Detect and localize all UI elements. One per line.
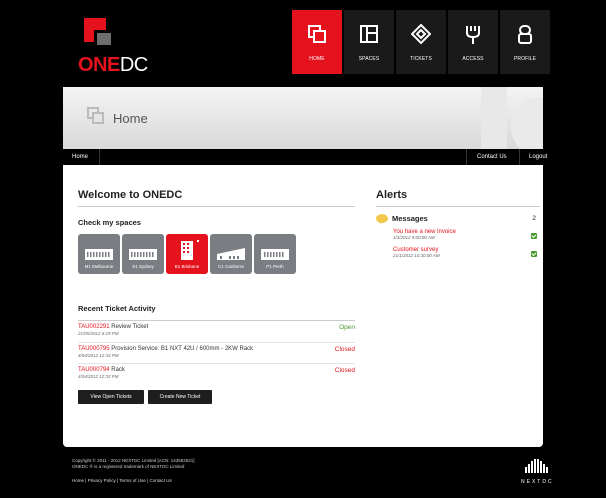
alert-date: 21/1/2012 10:30:00 AM xyxy=(393,253,440,258)
nav-spaces[interactable]: SPACES xyxy=(344,10,394,74)
space-tile-brisbane[interactable]: B1 Brisbane xyxy=(166,234,208,274)
alert-item: You have a new invoice 1/3/2012 9:00:00 … xyxy=(393,229,539,245)
onedc-logo[interactable]: ONEDC xyxy=(78,18,158,80)
building-icon xyxy=(261,249,289,260)
ticket-id-link[interactable]: TAU000795 xyxy=(78,346,110,352)
space-tile-label: C1 Canberra xyxy=(218,264,244,269)
nav-home-label: HOME xyxy=(309,56,325,62)
view-open-tickets-button[interactable]: View Open Tickets xyxy=(78,390,144,404)
footer-link-home[interactable]: Home xyxy=(72,478,84,483)
ticket-description: Provision Service: B1 NXT 42U / 600mm - … xyxy=(111,346,254,352)
nav-spaces-label: SPACES xyxy=(358,56,380,62)
main-nav: HOME SPACES TICKETS ACCESS PROFILE xyxy=(292,10,552,85)
divider xyxy=(78,206,355,207)
ticket-row: TAU000794 Rack 4/04/2012 12:33 PM Closed xyxy=(78,367,355,387)
check-icon xyxy=(531,233,537,239)
breadcrumb-bar: Home Contact Us Logout xyxy=(63,149,547,165)
check-icon xyxy=(531,251,537,257)
ticket-row: TAU002291 Review Ticket 21/05/2012 6:19 … xyxy=(78,324,355,344)
page-banner: Home xyxy=(63,87,543,149)
alerts-heading: Alerts xyxy=(376,189,408,201)
building-icon xyxy=(85,249,113,260)
access-icon xyxy=(466,26,480,44)
footer-legal: Copyright © 2011 - 2012 NEXTDC Limited [… xyxy=(72,458,195,470)
divider xyxy=(78,363,355,364)
alert-item: Customer survey 21/1/2012 10:30:00 AM xyxy=(393,247,539,263)
ticket-description: Review Ticket xyxy=(111,324,149,330)
space-tile-label: M1 Melbourne xyxy=(84,264,114,269)
ticket-id-link[interactable]: TAU000794 xyxy=(78,367,110,373)
messages-count: 2 xyxy=(532,215,536,222)
home-page-icon xyxy=(87,107,105,125)
footer-link-contact[interactable]: Contact Us xyxy=(149,478,171,483)
ticket-status: Closed xyxy=(334,346,355,353)
welcome-heading: Welcome to ONEDC xyxy=(78,189,183,201)
banner-decoration xyxy=(481,87,507,149)
speech-bubble-icon xyxy=(376,214,388,224)
space-tile-label: P1 Perth xyxy=(266,264,284,269)
space-tile-sydney[interactable]: S1 Sydney xyxy=(122,234,164,274)
create-new-ticket-button[interactable]: Create New Ticket xyxy=(148,390,212,404)
nav-access-label: ACCESS xyxy=(462,56,484,62)
nav-access[interactable]: ACCESS xyxy=(448,10,498,74)
breadcrumb-home[interactable]: Home xyxy=(72,154,88,160)
logo-wordmark: ONEDC xyxy=(78,54,148,76)
footer-link-privacy[interactable]: Privacy Policy xyxy=(88,478,116,483)
nav-profile[interactable]: PROFILE xyxy=(500,10,550,74)
ticket-id-link[interactable]: TAU002291 xyxy=(78,324,110,330)
home-icon xyxy=(308,25,326,43)
nextdc-logo-mark xyxy=(525,459,551,473)
divider xyxy=(376,206,540,207)
contact-us-link[interactable]: Contact Us xyxy=(477,154,507,160)
space-tile-canberra[interactable]: C1 Canberra xyxy=(210,234,252,274)
nav-tickets-label: TICKETS xyxy=(410,56,432,62)
ticket-date: 4/04/2012 12:33 PM xyxy=(78,353,119,358)
trademark-text: ONEDC ® is a registered trademark of NEX… xyxy=(72,464,185,469)
banner-decoration-circle xyxy=(511,97,543,149)
ticket-description: Rack xyxy=(111,367,125,373)
nav-profile-label: PROFILE xyxy=(513,56,537,62)
messages-label: Messages xyxy=(392,214,428,223)
building-icon xyxy=(181,240,199,260)
ticket-date: 4/04/2012 12:33 PM xyxy=(78,374,119,379)
tickets-icon xyxy=(411,24,431,45)
building-icon xyxy=(129,249,157,260)
space-tile-label: B1 Brisbane xyxy=(174,264,200,269)
footer-links: Home | Privacy Policy | Terms of Use | C… xyxy=(72,478,172,483)
check-spaces-heading: Check my spaces xyxy=(78,218,141,227)
space-tile-perth[interactable]: P1 Perth xyxy=(254,234,296,274)
recent-tickets-heading: Recent Ticket Activity xyxy=(78,304,156,313)
logout-link[interactable]: Logout xyxy=(529,154,547,160)
ticket-status: Closed xyxy=(334,367,355,374)
nav-home[interactable]: HOME xyxy=(292,10,342,74)
nextdc-logo-text: NEXTDC xyxy=(521,479,554,485)
divider xyxy=(99,149,100,165)
page-title: Home xyxy=(113,111,148,126)
ticket-date: 21/05/2012 6:19 PM xyxy=(78,331,119,336)
building-icon xyxy=(217,248,245,260)
space-tile-melbourne[interactable]: M1 Melbourne xyxy=(78,234,120,274)
space-tiles: M1 Melbourne S1 Sydney B1 Brisbane C1 Ca… xyxy=(78,234,298,274)
space-tile-label: S1 Sydney xyxy=(132,264,154,269)
divider xyxy=(519,149,520,165)
logo-mark-grey xyxy=(94,30,114,48)
ticket-status: Open xyxy=(339,324,355,331)
divider xyxy=(78,320,355,321)
messages-header: Messages 2 xyxy=(376,214,536,226)
divider xyxy=(466,149,467,165)
spaces-icon xyxy=(360,25,378,43)
main-content: Welcome to ONEDC Check my spaces M1 Melb… xyxy=(63,165,543,447)
alert-date: 1/3/2012 9:00:00 AM xyxy=(393,235,435,240)
footer-link-terms[interactable]: Terms of Use xyxy=(119,478,146,483)
divider xyxy=(78,342,355,343)
nav-tickets[interactable]: TICKETS xyxy=(396,10,446,74)
profile-icon xyxy=(518,25,532,44)
